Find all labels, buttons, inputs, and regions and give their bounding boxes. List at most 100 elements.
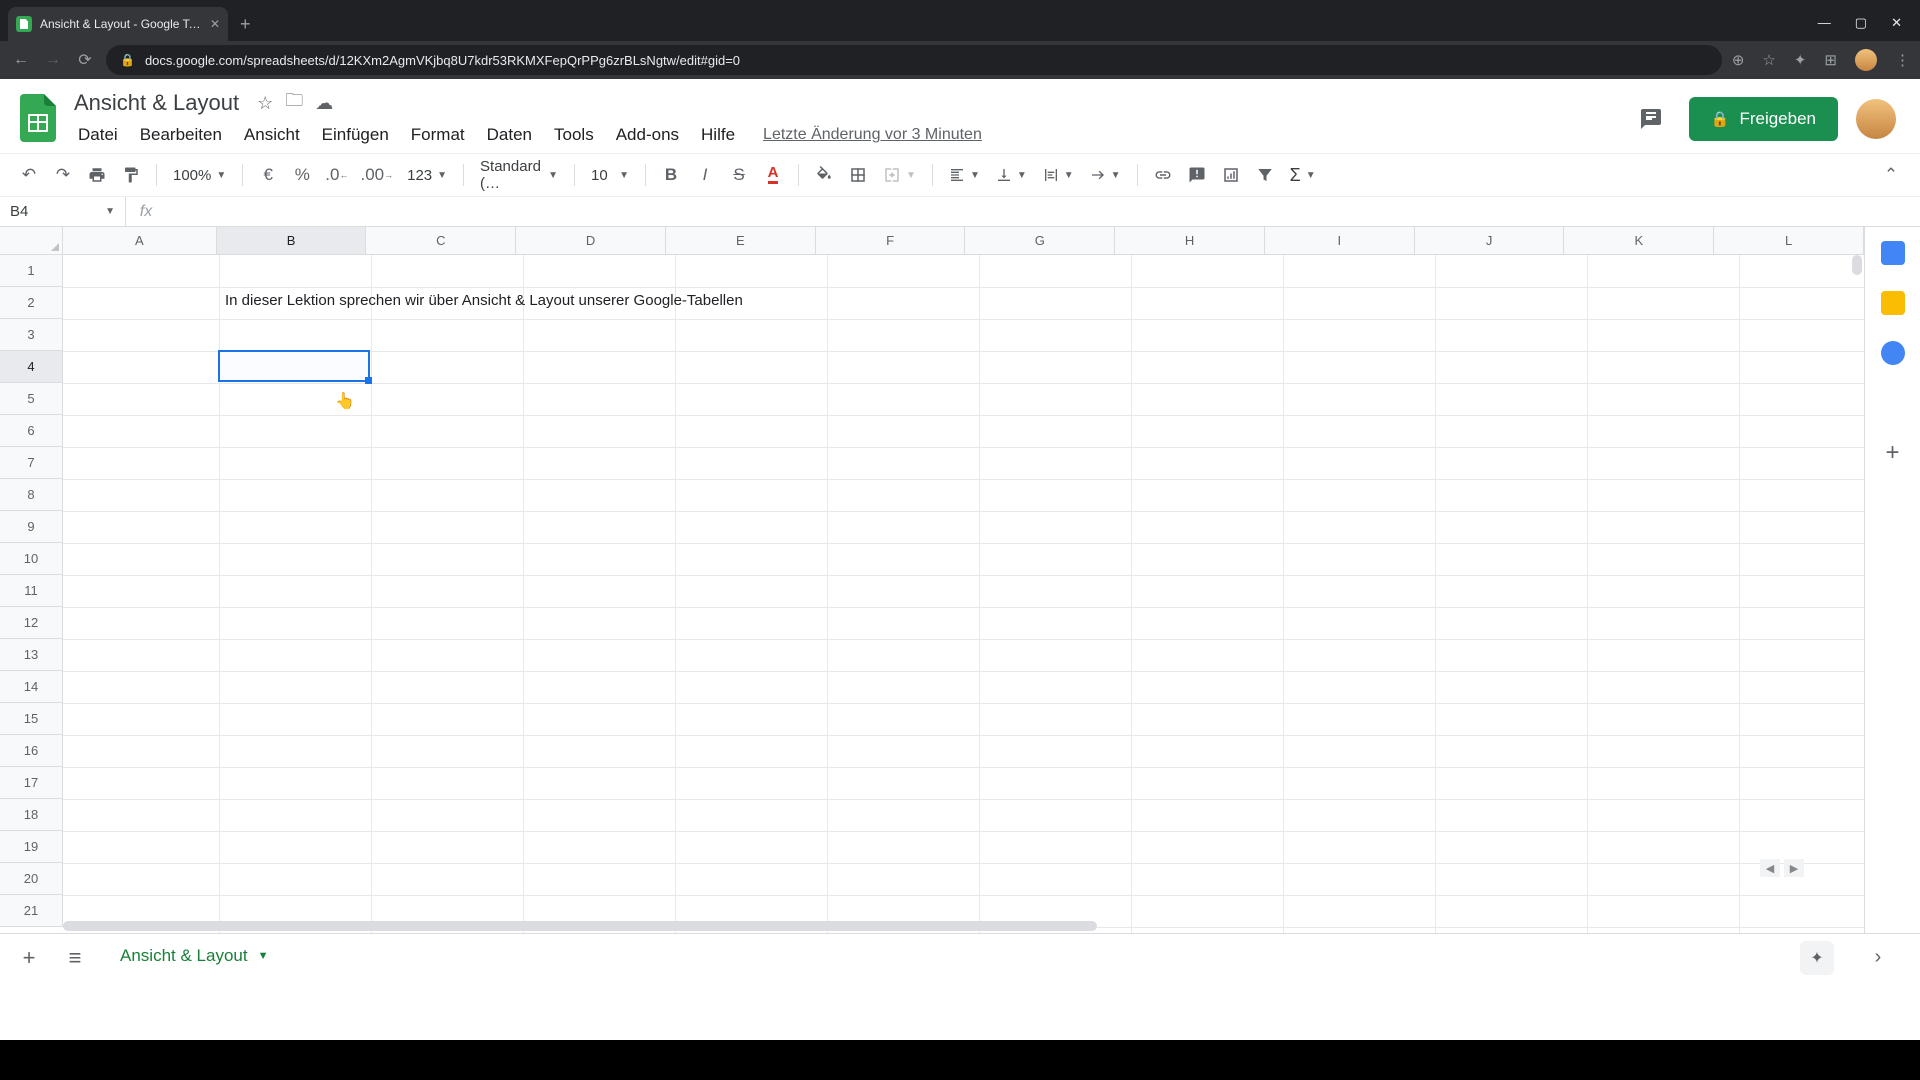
percent-button[interactable]: % (287, 159, 317, 191)
menu-hilfe[interactable]: Hilfe (691, 121, 745, 149)
column-header[interactable]: J (1415, 227, 1565, 255)
redo-button[interactable]: ↷ (48, 159, 78, 191)
number-format-select[interactable]: 123▼ (401, 167, 453, 184)
strikethrough-button[interactable]: S (724, 159, 754, 191)
font-select[interactable]: Standard (…▼ (474, 158, 564, 192)
column-header[interactable]: E (666, 227, 816, 255)
column-header[interactable]: D (516, 227, 666, 255)
row-header[interactable]: 15 (0, 703, 63, 735)
menu-einfuegen[interactable]: Einfügen (312, 121, 399, 149)
sheet-scroll-left-button[interactable]: ◀ (1760, 859, 1780, 877)
window-maximize-icon[interactable]: ▢ (1855, 15, 1867, 31)
row-header[interactable]: 5 (0, 383, 63, 415)
decimal-increase-button[interactable]: .00→ (356, 159, 397, 191)
h-align-button[interactable]: ▼ (943, 167, 986, 183)
row-header[interactable]: 7 (0, 447, 63, 479)
column-header[interactable]: B (217, 227, 367, 255)
filter-button[interactable] (1250, 159, 1280, 191)
sheet-tab-active[interactable]: Ansicht & Layout ▼ (106, 938, 282, 977)
menu-tools[interactable]: Tools (544, 121, 604, 149)
spreadsheet-grid[interactable]: ABCDEFGHIJKL 123456789101112131415161718… (0, 227, 1864, 933)
row-header[interactable]: 17 (0, 767, 63, 799)
add-sheet-button[interactable]: + (14, 945, 44, 971)
menu-format[interactable]: Format (401, 121, 475, 149)
fill-color-button[interactable] (809, 159, 839, 191)
browser-avatar[interactable] (1855, 49, 1877, 71)
tasks-addon-icon[interactable] (1881, 341, 1905, 365)
cell-content[interactable]: In dieser Lektion sprechen wir über Ansi… (219, 287, 749, 314)
menu-bearbeiten[interactable]: Bearbeiten (130, 121, 232, 149)
menu-ansicht[interactable]: Ansicht (234, 121, 310, 149)
reload-icon[interactable]: ⟳ (74, 50, 96, 70)
extensions-icon[interactable]: ✦ (1794, 51, 1807, 69)
row-header[interactable]: 18 (0, 799, 63, 831)
font-size-select[interactable]: 10▼ (585, 167, 635, 184)
zoom-indicator-icon[interactable]: ⊕ (1732, 51, 1745, 69)
row-header[interactable]: 10 (0, 543, 63, 575)
explore-button[interactable]: ✦ (1800, 941, 1834, 975)
borders-button[interactable] (843, 159, 873, 191)
v-align-button[interactable]: ▼ (990, 167, 1033, 183)
menu-addons[interactable]: Add-ons (606, 121, 689, 149)
functions-button[interactable]: Σ▼ (1284, 165, 1322, 186)
tab-close-icon[interactable]: ✕ (210, 17, 220, 31)
url-bar[interactable]: 🔒 docs.google.com/spreadsheets/d/12KXm2A… (106, 45, 1722, 75)
column-header[interactable]: K (1564, 227, 1714, 255)
new-tab-button[interactable]: + (240, 14, 251, 35)
bookmark-star-icon[interactable]: ☆ (1762, 51, 1775, 69)
forward-icon[interactable]: → (42, 51, 64, 69)
browser-tab[interactable]: Ansicht & Layout - Google Tabel ✕ (8, 7, 228, 41)
collapse-toolbar-button[interactable]: ⌃ (1876, 159, 1906, 191)
row-header[interactable]: 8 (0, 479, 63, 511)
vertical-scrollbar[interactable] (1850, 255, 1864, 919)
back-icon[interactable]: ← (10, 51, 32, 69)
row-header[interactable]: 9 (0, 511, 63, 543)
last-edit-link[interactable]: Letzte Änderung vor 3 Minuten (763, 126, 982, 144)
column-header[interactable]: H (1115, 227, 1265, 255)
decimal-decrease-button[interactable]: .0← (321, 159, 352, 191)
row-header[interactable]: 11 (0, 575, 63, 607)
fill-handle[interactable] (365, 377, 372, 384)
row-header[interactable]: 16 (0, 735, 63, 767)
show-side-panel-button[interactable]: › (1850, 946, 1906, 969)
row-header[interactable]: 2 (0, 287, 63, 319)
app-grid-icon[interactable]: ⊞ (1824, 51, 1837, 69)
currency-button[interactable]: € (253, 159, 283, 191)
row-header[interactable]: 1 (0, 255, 63, 287)
menu-daten[interactable]: Daten (477, 121, 542, 149)
text-color-button[interactable]: A (758, 159, 788, 191)
row-header[interactable]: 14 (0, 671, 63, 703)
column-header[interactable]: C (366, 227, 516, 255)
row-header[interactable]: 19 (0, 831, 63, 863)
column-header[interactable]: I (1265, 227, 1415, 255)
menu-datei[interactable]: Datei (68, 121, 128, 149)
sheets-logo-icon[interactable] (18, 93, 58, 143)
insert-link-button[interactable] (1148, 159, 1178, 191)
keep-addon-icon[interactable] (1881, 291, 1905, 315)
all-sheets-button[interactable]: ≡ (60, 945, 90, 971)
text-wrap-button[interactable]: ▼ (1037, 167, 1080, 183)
text-rotation-button[interactable]: ▼ (1084, 167, 1127, 183)
account-avatar[interactable] (1856, 99, 1896, 139)
row-header[interactable]: 21 (0, 895, 63, 927)
row-header[interactable]: 3 (0, 319, 63, 351)
name-box[interactable]: B4 ▼ (0, 197, 126, 226)
sheet-tab-menu-icon[interactable]: ▼ (258, 950, 269, 962)
horizontal-scrollbar[interactable] (63, 921, 1846, 933)
row-header[interactable]: 12 (0, 607, 63, 639)
window-minimize-icon[interactable]: — (1818, 15, 1831, 31)
comments-button[interactable] (1631, 99, 1671, 139)
row-header[interactable]: 6 (0, 415, 63, 447)
insert-comment-button[interactable] (1182, 159, 1212, 191)
undo-button[interactable]: ↶ (14, 159, 44, 191)
doc-title[interactable]: Ansicht & Layout (68, 88, 245, 118)
move-to-folder-icon[interactable]: 🗀 (285, 88, 303, 118)
row-header[interactable]: 4 (0, 351, 63, 383)
add-addon-button[interactable]: + (1885, 441, 1899, 465)
star-icon[interactable]: ☆ (257, 93, 273, 114)
select-all-corner[interactable] (0, 227, 63, 255)
zoom-select[interactable]: 100%▼ (167, 167, 232, 184)
italic-button[interactable]: I (690, 159, 720, 191)
row-header[interactable]: 20 (0, 863, 63, 895)
bold-button[interactable]: B (656, 159, 686, 191)
